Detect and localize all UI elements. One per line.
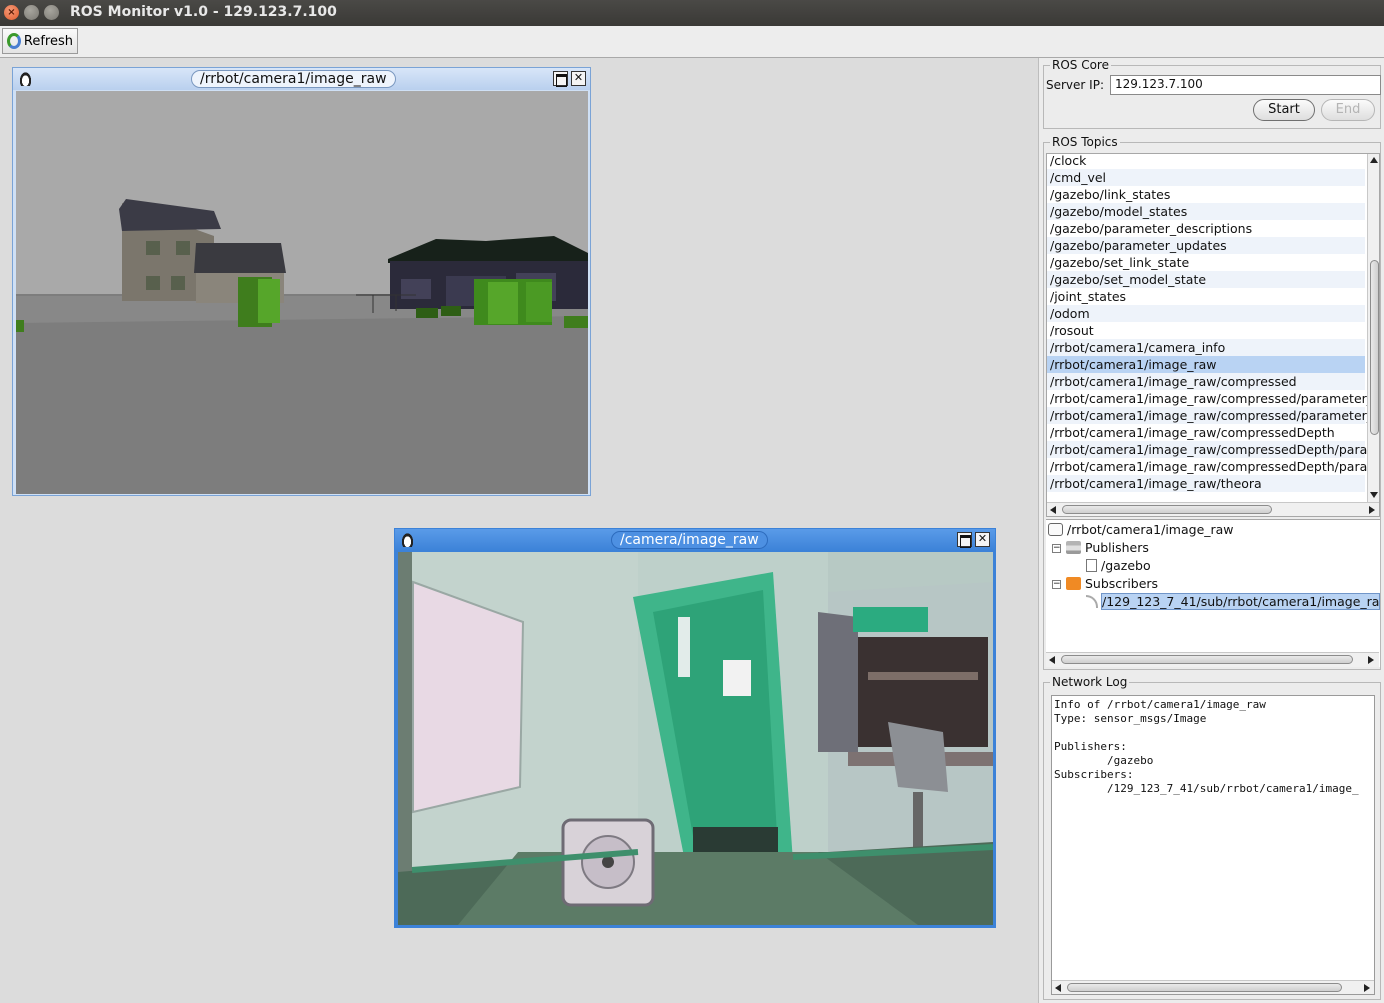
log-line: Type: sensor_msgs/Image <box>1054 712 1207 725</box>
ros-topics-legend: ROS Topics <box>1050 135 1120 149</box>
publishers-collapse-icon[interactable]: − <box>1052 544 1061 553</box>
tree-publishers[interactable]: Publishers <box>1066 540 1149 557</box>
tree-hscroll-thumb[interactable] <box>1061 655 1353 664</box>
topics-list[interactable]: /clock/cmd_vel/gazebo/link_states/gazebo… <box>1046 153 1380 517</box>
scroll-left-icon[interactable] <box>1055 984 1061 992</box>
topic-list-item[interactable]: /gazebo/parameter_updates <box>1047 237 1365 254</box>
topic-list-item[interactable]: /odom <box>1047 305 1365 322</box>
ros-turtle-icon <box>401 532 414 547</box>
topic-list-item[interactable]: /rrbot/camera1/image_raw <box>1047 356 1365 373</box>
server-ip-input[interactable]: 129.123.7.100 <box>1110 75 1381 95</box>
log-hscroll-thumb[interactable] <box>1067 983 1342 992</box>
window-close-icon[interactable]: × <box>4 5 19 20</box>
topic-list-item[interactable]: /rrbot/camera1/camera_info <box>1047 339 1365 356</box>
topic-list-item[interactable]: /gazebo/set_model_state <box>1047 271 1365 288</box>
scroll-up-icon[interactable] <box>1370 157 1378 163</box>
topic-list-item[interactable]: /gazebo/set_link_state <box>1047 254 1365 271</box>
frame-maximize-icon[interactable] <box>553 71 568 87</box>
topic-list-item[interactable]: /rrbot/camera1/image_raw/compressed/para… <box>1047 407 1373 424</box>
topics-hscroll-thumb[interactable] <box>1062 505 1272 514</box>
tree-subscriber-item[interactable]: /129_123_7_41/sub/rrbot/camera1/image_ra <box>1086 593 1380 611</box>
network-log-text: Info of /rrbot/camera1/image_raw Type: se… <box>1054 698 1359 796</box>
topic-list-item[interactable]: /rrbot/camera1/image_raw/compressed <box>1047 373 1365 390</box>
window-maximize-icon[interactable] <box>44 5 59 20</box>
camera-image-room <box>398 552 993 925</box>
log-line: /129_123_7_41/sub/rrbot/camera1/image_ <box>1054 782 1359 795</box>
tree-publisher-item[interactable]: /gazebo <box>1086 558 1151 575</box>
topic-list-item[interactable]: /rrbot/camera1/image_raw/compressedDepth <box>1047 424 1365 441</box>
topic-list-item[interactable]: /rrbot/camera1/image_raw/compressedDepth… <box>1047 458 1372 475</box>
topic-list-item[interactable]: /gazebo/link_states <box>1047 186 1365 203</box>
topic-list-item[interactable]: /gazebo/model_states <box>1047 203 1365 220</box>
topics-horizontal-scrollbar[interactable] <box>1047 502 1379 516</box>
network-log-textarea[interactable]: Info of /rrbot/camera1/image_raw Type: se… <box>1051 695 1375 995</box>
toolbar: Refresh <box>0 26 1384 58</box>
topic-list-item[interactable]: /cmd_vel <box>1047 169 1365 186</box>
start-button[interactable]: Start <box>1253 99 1315 121</box>
window-minimize-icon[interactable] <box>24 5 39 20</box>
frame-close-icon[interactable]: ✕ <box>571 71 586 86</box>
scroll-right-icon[interactable] <box>1364 984 1370 992</box>
printer-icon <box>1066 541 1081 554</box>
window-title-bar: × ROS Monitor v1.0 - 129.123.7.100 <box>0 0 1384 26</box>
subscribers-collapse-icon[interactable]: − <box>1052 580 1061 589</box>
topic-list-item[interactable]: /joint_states <box>1047 288 1365 305</box>
room-scene-image <box>398 552 993 925</box>
log-line: Info of /rrbot/camera1/image_raw <box>1054 698 1266 711</box>
rss-icon <box>1086 595 1098 608</box>
refresh-button[interactable]: Refresh <box>2 28 78 54</box>
right-panel: ROS Core Server IP: 129.123.7.100 Start … <box>1038 58 1384 1003</box>
frame-title: /camera/image_raw <box>611 531 768 549</box>
tree-root[interactable]: /rrbot/camera1/image_raw <box>1048 522 1234 539</box>
topic-list-item[interactable]: /rrbot/camera1/image_raw/theora <box>1047 475 1365 492</box>
frame-title-bar[interactable]: /rrbot/camera1/image_raw ✕ <box>13 68 590 90</box>
scroll-left-icon[interactable] <box>1049 656 1055 664</box>
frame-camera[interactable]: /camera/image_raw ✕ <box>394 528 996 928</box>
ros-core-legend: ROS Core <box>1050 58 1111 72</box>
scroll-right-icon[interactable] <box>1369 506 1375 514</box>
network-log-legend: Network Log <box>1050 675 1130 689</box>
topic-list-item[interactable]: /rosout <box>1047 322 1365 339</box>
frame-close-icon[interactable]: ✕ <box>975 532 990 547</box>
refresh-label: Refresh <box>23 33 73 49</box>
refresh-icon <box>7 33 21 49</box>
ros-turtle-icon <box>19 71 32 86</box>
log-line: Subscribers: <box>1054 768 1134 781</box>
frame-maximize-icon[interactable] <box>957 532 972 548</box>
server-ip-label: Server IP: <box>1046 78 1104 92</box>
frame-title: /rrbot/camera1/image_raw <box>191 70 396 88</box>
tree-subscribers[interactable]: Subscribers <box>1066 576 1158 593</box>
rss-feed-icon <box>1066 577 1081 590</box>
log-line: Publishers: <box>1054 740 1127 753</box>
ros-topics-group: ROS Topics /clock/cmd_vel/gazebo/link_st… <box>1043 135 1381 670</box>
speech-bubble-icon <box>1048 523 1063 536</box>
network-log-group: Network Log Info of /rrbot/camera1/image… <box>1043 675 1381 1000</box>
frame-rrbot-camera[interactable]: /rrbot/camera1/image_raw ✕ <box>12 67 591 496</box>
topic-tree[interactable]: /rrbot/camera1/image_raw − Publishers /g… <box>1046 519 1380 667</box>
scroll-right-icon[interactable] <box>1368 656 1374 664</box>
topic-list-item[interactable]: /rrbot/camera1/image_raw/compressed/para… <box>1047 390 1373 407</box>
tree-horizontal-scrollbar[interactable] <box>1046 652 1379 667</box>
gazebo-scene-image <box>16 91 588 494</box>
log-line: /gazebo <box>1054 754 1154 767</box>
window-title: ROS Monitor v1.0 - 129.123.7.100 <box>70 4 337 20</box>
topic-list-item[interactable]: /clock <box>1047 154 1365 169</box>
end-button[interactable]: End <box>1321 99 1375 121</box>
frame-title-bar[interactable]: /camera/image_raw ✕ <box>395 529 995 551</box>
camera-image-gazebo <box>16 91 588 494</box>
document-icon <box>1086 559 1097 572</box>
scroll-left-icon[interactable] <box>1050 506 1056 514</box>
ros-core-group: ROS Core Server IP: 129.123.7.100 Start … <box>1043 58 1381 129</box>
topics-vscroll-thumb[interactable] <box>1370 260 1379 435</box>
topic-list-item[interactable]: /gazebo/parameter_descriptions <box>1047 220 1365 237</box>
topic-list-item[interactable]: /rrbot/camera1/image_raw/compressedDepth… <box>1047 441 1372 458</box>
log-horizontal-scrollbar[interactable] <box>1052 980 1374 994</box>
topics-vertical-scrollbar[interactable] <box>1367 154 1379 502</box>
scroll-down-icon[interactable] <box>1370 492 1378 498</box>
